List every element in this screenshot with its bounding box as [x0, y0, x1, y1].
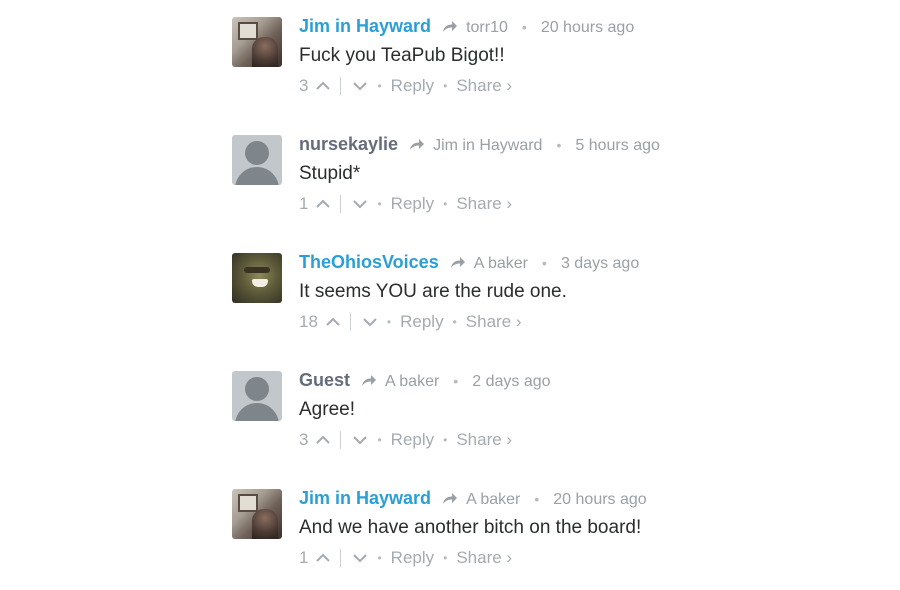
- reply-arrow-icon: [362, 375, 377, 386]
- author-name[interactable]: Jim in Hayward: [299, 488, 431, 508]
- avatar[interactable]: [232, 17, 282, 67]
- separator-dot: •: [521, 19, 527, 35]
- comment-text: It seems YOU are the rude one.: [299, 281, 567, 302]
- parent-author-link[interactable]: torr10: [466, 19, 508, 36]
- chevron-up-icon[interactable]: [315, 434, 331, 446]
- comment-header: TheOhiosVoices A baker • 3 days ago: [299, 250, 639, 274]
- comment-header: nursekaylie Jim in Hayward • 5 hours ago: [299, 132, 660, 156]
- timestamp[interactable]: 3 days ago: [561, 255, 639, 272]
- chevron-up-icon[interactable]: [315, 80, 331, 92]
- vote-count: 3: [299, 430, 309, 449]
- reply-link[interactable]: Reply: [391, 428, 434, 452]
- timestamp[interactable]: 5 hours ago: [575, 137, 660, 154]
- reply-link[interactable]: Reply: [391, 74, 434, 98]
- divider: [340, 431, 342, 449]
- parent-author-link[interactable]: A baker: [466, 491, 520, 508]
- avatar[interactable]: [232, 371, 282, 421]
- separator-dot: •: [377, 551, 382, 565]
- author-name[interactable]: Guest: [299, 370, 350, 390]
- comment-text: Stupid*: [299, 163, 361, 184]
- author-name[interactable]: Jim in Hayward: [299, 16, 431, 36]
- timestamp[interactable]: 20 hours ago: [553, 491, 646, 508]
- comment-item: Guest A baker • 2 days ago Agree! 3 • Re…: [232, 368, 752, 472]
- comment-footer: 1 • Reply • Share ›: [299, 192, 512, 216]
- separator-dot: •: [542, 255, 547, 271]
- chevron-up-icon[interactable]: [315, 552, 331, 564]
- vote-count: 3: [299, 76, 309, 95]
- separator-dot: •: [556, 137, 562, 153]
- separator-dot: •: [377, 433, 382, 447]
- separator-dot: •: [453, 373, 459, 389]
- separator-dot: •: [377, 79, 382, 93]
- divider: [340, 77, 342, 95]
- divider: [340, 549, 342, 567]
- chevron-up-icon[interactable]: [315, 198, 331, 210]
- share-link[interactable]: Share ›: [456, 74, 512, 98]
- share-link[interactable]: Share ›: [466, 310, 522, 334]
- comment-header: Jim in Hayward torr10 • 20 hours ago: [299, 14, 634, 38]
- default-avatar-head: [245, 377, 269, 401]
- separator-dot: •: [443, 197, 448, 211]
- default-avatar-shoulders: [235, 167, 279, 185]
- divider: [340, 195, 342, 213]
- vote-count: 18: [299, 312, 318, 331]
- reply-link[interactable]: Reply: [391, 192, 434, 216]
- divider: [349, 313, 351, 331]
- separator-dot: •: [377, 197, 382, 211]
- avatar[interactable]: [232, 253, 282, 303]
- separator-dot: •: [443, 79, 448, 93]
- timestamp[interactable]: 2 days ago: [472, 373, 550, 390]
- reply-arrow-icon: [450, 257, 465, 268]
- comment-footer: 3 • Reply • Share ›: [299, 74, 512, 98]
- parent-author-link[interactable]: A baker: [474, 255, 528, 272]
- author-name[interactable]: TheOhiosVoices: [299, 252, 439, 272]
- comment-header: Jim in Hayward A baker • 20 hours ago: [299, 486, 647, 510]
- timestamp[interactable]: 20 hours ago: [541, 19, 634, 36]
- parent-author-link[interactable]: Jim in Hayward: [433, 137, 542, 154]
- comment-text: Agree!: [299, 399, 355, 420]
- chevron-down-icon[interactable]: [352, 552, 368, 564]
- separator-dot: •: [452, 315, 457, 329]
- author-name[interactable]: nursekaylie: [299, 134, 398, 154]
- comment-text: Fuck you TeaPub Bigot!!: [299, 45, 505, 66]
- reply-arrow-icon: [443, 21, 458, 32]
- chevron-down-icon[interactable]: [352, 198, 368, 210]
- separator-dot: •: [443, 551, 448, 565]
- comment-header: Guest A baker • 2 days ago: [299, 368, 551, 392]
- parent-author-link[interactable]: A baker: [385, 373, 439, 390]
- reply-link[interactable]: Reply: [391, 546, 434, 570]
- reply-arrow-icon: [410, 139, 425, 150]
- default-avatar-head: [245, 141, 269, 165]
- reply-arrow-icon: [443, 493, 458, 504]
- separator-dot: •: [534, 491, 540, 507]
- chevron-up-icon[interactable]: [325, 316, 341, 328]
- comment-item: Jim in Hayward torr10 • 20 hours ago Fuc…: [232, 14, 752, 118]
- avatar[interactable]: [232, 489, 282, 539]
- chevron-down-icon[interactable]: [362, 316, 378, 328]
- default-avatar-shoulders: [235, 403, 279, 421]
- avatar[interactable]: [232, 135, 282, 185]
- separator-dot: •: [443, 433, 448, 447]
- comment-text: And we have another bitch on the board!: [299, 517, 642, 538]
- vote-count: 1: [299, 548, 309, 567]
- share-link[interactable]: Share ›: [456, 546, 512, 570]
- chevron-down-icon[interactable]: [352, 434, 368, 446]
- comment-item: nursekaylie Jim in Hayward • 5 hours ago…: [232, 132, 752, 236]
- share-link[interactable]: Share ›: [456, 428, 512, 452]
- comment-footer: 18 • Reply • Share ›: [299, 310, 522, 334]
- comment-footer: 3 • Reply • Share ›: [299, 428, 512, 452]
- vote-count: 1: [299, 194, 309, 213]
- chevron-down-icon[interactable]: [352, 80, 368, 92]
- comment-item: TheOhiosVoices A baker • 3 days ago It s…: [232, 250, 752, 354]
- share-link[interactable]: Share ›: [456, 192, 512, 216]
- separator-dot: •: [386, 315, 392, 329]
- comment-footer: 1 • Reply • Share ›: [299, 546, 512, 570]
- comment-item: Jim in Hayward A baker • 20 hours ago An…: [232, 486, 752, 590]
- reply-link[interactable]: Reply: [400, 310, 443, 334]
